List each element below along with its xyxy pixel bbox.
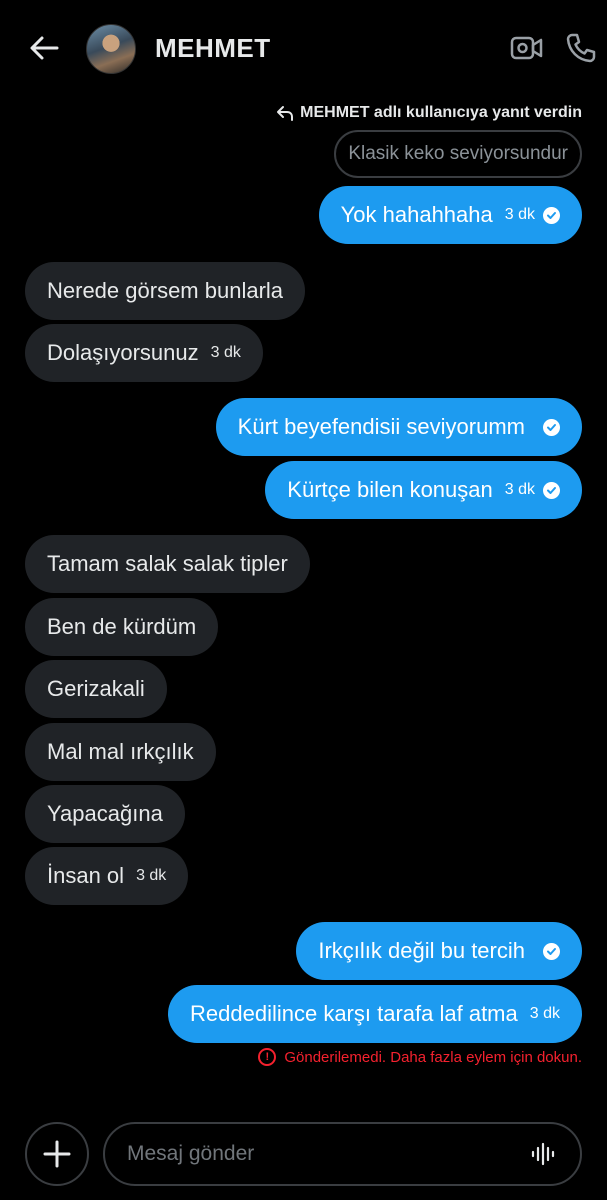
add-attachment-button[interactable] xyxy=(25,1122,89,1186)
message-text: Dolaşıyorsunuz xyxy=(47,340,199,365)
message-bubble-outgoing[interactable]: Kürt beyefendisii seviyorumm xyxy=(215,398,582,456)
message-text: Tamam salak salak tipler xyxy=(47,551,288,576)
send-error[interactable]: ! Gönderilemedi. Daha fazla eylem için d… xyxy=(258,1048,582,1066)
check-icon xyxy=(543,481,560,499)
check-icon xyxy=(543,206,560,224)
send-error-text: Gönderilemedi. Daha fazla eylem için dok… xyxy=(284,1048,582,1066)
check-icon xyxy=(543,418,560,436)
message-bubble-incoming[interactable]: İnsan ol 3 dk xyxy=(25,847,189,905)
message-text: Reddedilince karşı tarafa laf atma xyxy=(190,1001,518,1026)
conversation-header: MEHMET xyxy=(0,0,607,98)
message-text: Gerizakali xyxy=(47,676,145,701)
arrow-left-icon xyxy=(30,36,59,60)
message-text: Ben de kürdüm xyxy=(47,614,197,639)
message-text: Mal mal ırkçılık xyxy=(47,739,194,764)
message-text: İnsan ol xyxy=(47,863,125,888)
message-bubble-incoming[interactable]: Gerizakali xyxy=(25,660,167,718)
message-text: Nerede görsem bunlarla xyxy=(47,278,284,303)
message-text: Irkçılık değil bu tercih xyxy=(318,938,525,963)
check-icon xyxy=(543,942,560,960)
video-call-button[interactable] xyxy=(508,30,546,66)
message-bubble-incoming[interactable]: Mal mal ırkçılık xyxy=(25,723,216,781)
phone-icon xyxy=(566,33,596,63)
message-bubble-outgoing-failed[interactable]: Reddedilince karşı tarafa laf atma 3 dk xyxy=(168,985,582,1043)
avatar[interactable] xyxy=(86,24,136,74)
reply-arrow-icon xyxy=(277,106,294,121)
plus-icon xyxy=(43,1140,71,1168)
message-input[interactable] xyxy=(127,1142,528,1166)
video-camera-icon xyxy=(510,36,543,60)
message-time: 3 dk xyxy=(529,1005,560,1022)
message-text: Yapacağına xyxy=(47,801,163,826)
message-time: 3 dk xyxy=(504,206,535,223)
message-time: 3 dk xyxy=(136,867,167,884)
reply-note: MEHMET adlı kullanıcıya yanıt verdin xyxy=(276,104,582,122)
reply-note-text: MEHMET adlı kullanıcıya yanıt verdin xyxy=(300,104,582,121)
alert-circle-icon: ! xyxy=(258,1048,277,1066)
message-text: Yok hahahhaha xyxy=(340,202,493,227)
message-bubble-outgoing[interactable]: Yok hahahhaha 3 dk xyxy=(318,186,582,244)
contact-name[interactable]: MEHMET xyxy=(155,33,271,64)
message-text: Kürtçe bilen konuşan xyxy=(287,477,493,502)
message-text: Kürt beyefendisii seviyorumm xyxy=(237,414,525,439)
voice-message-button[interactable] xyxy=(528,1139,558,1169)
message-composer xyxy=(103,1122,582,1186)
message-time: 3 dk xyxy=(210,344,241,361)
message-bubble-incoming[interactable]: Yapacağına xyxy=(25,785,185,843)
voice-call-button[interactable] xyxy=(563,30,599,66)
message-bubble-incoming[interactable]: Dolaşıyorsunuz 3 dk xyxy=(25,324,263,382)
message-bubble-incoming[interactable]: Tamam salak salak tipler xyxy=(25,535,310,593)
message-bubble-outgoing[interactable]: Kürtçe bilen konuşan 3 dk xyxy=(265,461,582,519)
voice-waveform-icon xyxy=(531,1142,555,1166)
quoted-message[interactable]: Klasik keko seviyorsundur xyxy=(334,130,582,178)
message-bubble-incoming[interactable]: Ben de kürdüm xyxy=(25,598,219,656)
back-button[interactable] xyxy=(26,30,62,66)
message-bubble-incoming[interactable]: Nerede görsem bunlarla xyxy=(25,262,306,320)
message-time: 3 dk xyxy=(504,481,535,498)
message-bubble-outgoing[interactable]: Irkçılık değil bu tercih xyxy=(296,922,582,980)
